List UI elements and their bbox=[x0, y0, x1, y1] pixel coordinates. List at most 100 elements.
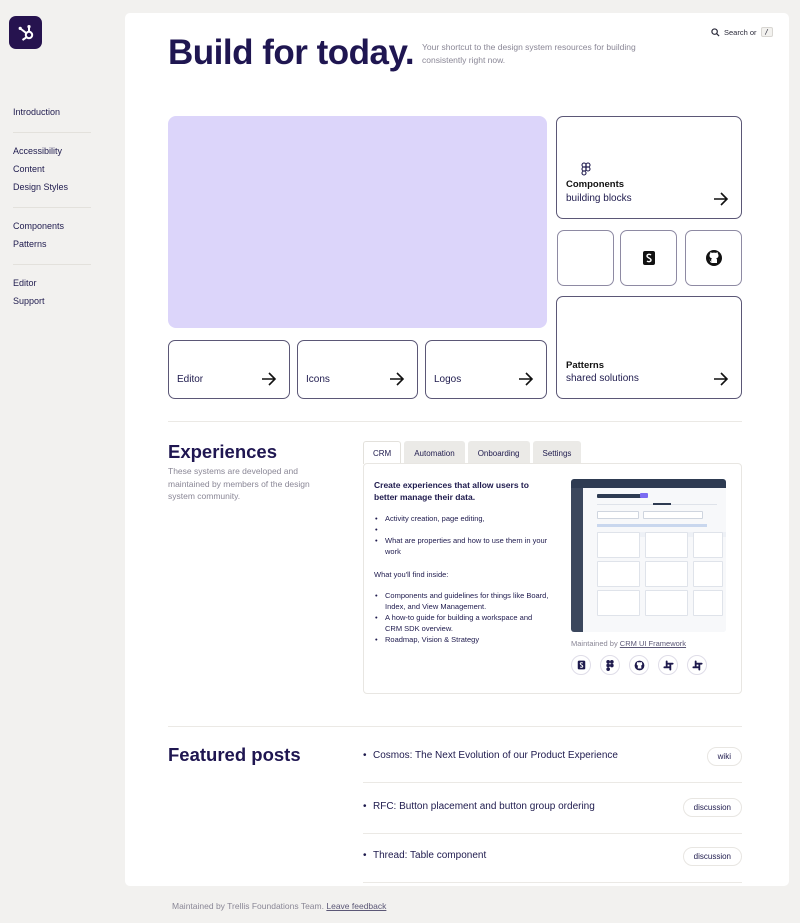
sidebar-item-editor[interactable]: Editor bbox=[13, 277, 91, 295]
post-title: Thread: Table component bbox=[363, 850, 486, 861]
github-icon bbox=[634, 660, 644, 670]
panel-bullets-top: Activity creation, page editing, What ar… bbox=[374, 513, 549, 557]
sidebar-divider bbox=[13, 264, 91, 265]
crm-ui-framework-link[interactable]: CRM UI Framework bbox=[620, 639, 686, 648]
github-icon bbox=[705, 250, 722, 266]
post-item[interactable]: RFC: Button placement and button group o… bbox=[363, 784, 742, 834]
sidebar-item-design-styles[interactable]: Design Styles bbox=[13, 181, 91, 199]
storybook-link[interactable] bbox=[571, 655, 591, 675]
section-divider bbox=[168, 421, 742, 422]
list-item: What are properties and how to use them … bbox=[374, 535, 549, 557]
featured-posts-title: Featured posts bbox=[168, 744, 301, 765]
figma-icon bbox=[581, 162, 591, 176]
sidebar-item-components[interactable]: Components bbox=[13, 220, 91, 238]
figma-icon bbox=[606, 659, 614, 671]
github-tile[interactable] bbox=[685, 230, 742, 286]
icons-card[interactable]: Icons bbox=[297, 340, 418, 399]
post-title: Cosmos: The Next Evolution of our Produc… bbox=[363, 750, 618, 761]
experience-panel: Create experiences that allow users to b… bbox=[363, 463, 742, 694]
search-label: Search or bbox=[724, 27, 757, 37]
sidebar-item-accessibility[interactable]: Accessibility bbox=[13, 145, 91, 163]
arrow-right-icon bbox=[262, 372, 277, 386]
figma-link[interactable] bbox=[600, 655, 620, 675]
slack-icon bbox=[691, 659, 703, 671]
tab-automation[interactable]: Automation bbox=[404, 441, 465, 464]
arrow-right-icon bbox=[714, 192, 729, 206]
leave-feedback-link[interactable]: Leave feedback bbox=[326, 901, 386, 911]
page-title: Build for today. bbox=[168, 33, 415, 72]
logos-card-label: Logos bbox=[434, 374, 462, 385]
feature-banner[interactable] bbox=[168, 116, 547, 328]
slack-link[interactable] bbox=[687, 655, 707, 675]
resource-icons bbox=[571, 655, 707, 675]
footer-text: Maintained by Trellis Foundations Team. bbox=[172, 901, 324, 911]
search-icon bbox=[711, 27, 720, 37]
sidebar-item-patterns[interactable]: Patterns bbox=[13, 238, 91, 256]
icons-card-label: Icons bbox=[306, 374, 330, 385]
panel-bullets-bottom: Components and guidelines for things lik… bbox=[374, 590, 549, 645]
post-tag[interactable]: discussion bbox=[682, 847, 742, 866]
slack-link[interactable] bbox=[658, 655, 678, 675]
maintained-prefix: Maintained by bbox=[571, 639, 618, 648]
find-inside-label: What you'll find inside: bbox=[374, 570, 449, 579]
patterns-card[interactable]: Patterns shared solutions bbox=[556, 296, 742, 399]
crm-screenshot bbox=[571, 479, 726, 632]
components-card[interactable]: Components building blocks bbox=[556, 116, 742, 219]
components-card-title: Components bbox=[566, 179, 625, 190]
post-item[interactable]: Thread: Table component discussion bbox=[363, 833, 742, 883]
storybook-icon bbox=[642, 251, 655, 265]
patterns-card-title: Patterns bbox=[566, 360, 605, 371]
screenshot-topbar bbox=[571, 479, 726, 488]
list-item bbox=[374, 524, 549, 535]
hubspot-sprocket-icon bbox=[18, 24, 33, 41]
arrow-right-icon bbox=[390, 372, 405, 386]
search-button[interactable]: Search or / bbox=[711, 27, 773, 37]
footer: Maintained by Trellis Foundations Team. … bbox=[172, 901, 386, 911]
sidebar-nav: Introduction Accessibility Content Desig… bbox=[13, 106, 91, 313]
board-column bbox=[645, 532, 688, 624]
experiences-tabs: CRM Automation Onboarding Settings bbox=[363, 441, 582, 464]
tab-crm[interactable]: CRM bbox=[363, 441, 402, 464]
post-tag[interactable]: wiki bbox=[706, 747, 742, 766]
list-item: A how-to guide for building a workspace … bbox=[374, 612, 549, 634]
arrow-right-icon bbox=[519, 372, 534, 386]
board-column bbox=[597, 532, 640, 624]
search-shortcut-key: / bbox=[760, 27, 773, 37]
post-tag[interactable]: discussion bbox=[682, 798, 742, 817]
list-item: Activity creation, page editing, bbox=[374, 513, 549, 524]
section-divider bbox=[168, 726, 742, 727]
sidebar-item-introduction[interactable]: Introduction bbox=[13, 106, 91, 124]
hubspot-logo[interactable] bbox=[9, 16, 42, 49]
sidebar-divider bbox=[13, 207, 91, 208]
maintained-by: Maintained by CRM UI Framework bbox=[571, 639, 686, 648]
tab-settings[interactable]: Settings bbox=[532, 441, 582, 464]
arrow-right-icon bbox=[714, 372, 729, 386]
post-item[interactable]: Cosmos: The Next Evolution of our Produc… bbox=[363, 733, 742, 783]
github-link[interactable] bbox=[629, 655, 649, 675]
editor-card-label: Editor bbox=[177, 374, 204, 385]
blank-resource-tile[interactable] bbox=[557, 230, 614, 286]
sidebar-divider bbox=[13, 132, 91, 133]
sidebar-item-support[interactable]: Support bbox=[13, 295, 91, 313]
post-divider bbox=[363, 782, 742, 783]
sidebar-item-content[interactable]: Content bbox=[13, 163, 91, 181]
tab-onboarding[interactable]: Onboarding bbox=[467, 441, 530, 464]
experiences-description: These systems are developed and maintain… bbox=[168, 466, 310, 501]
storybook-icon bbox=[577, 660, 585, 670]
slack-icon bbox=[662, 659, 674, 671]
post-divider bbox=[363, 882, 742, 883]
experiences-title: Experiences bbox=[168, 441, 278, 462]
storybook-tile[interactable] bbox=[620, 230, 677, 286]
page-subtitle: Your shortcut to the design system resou… bbox=[422, 42, 636, 65]
screenshot-sidebar bbox=[571, 488, 583, 632]
post-title: RFC: Button placement and button group o… bbox=[363, 801, 595, 812]
list-item: Components and guidelines for things lik… bbox=[374, 590, 549, 612]
board-column bbox=[693, 532, 723, 624]
list-item: Roadmap, Vision & Strategy bbox=[374, 634, 549, 645]
main-content: Build for today. Your shortcut to the de… bbox=[125, 13, 789, 886]
editor-card[interactable]: Editor bbox=[168, 340, 290, 399]
components-card-subtitle: building blocks bbox=[566, 193, 632, 204]
patterns-card-subtitle: shared solutions bbox=[566, 373, 639, 384]
panel-heading: Create experiences that allow users to b… bbox=[374, 480, 529, 502]
logos-card[interactable]: Logos bbox=[425, 340, 547, 399]
